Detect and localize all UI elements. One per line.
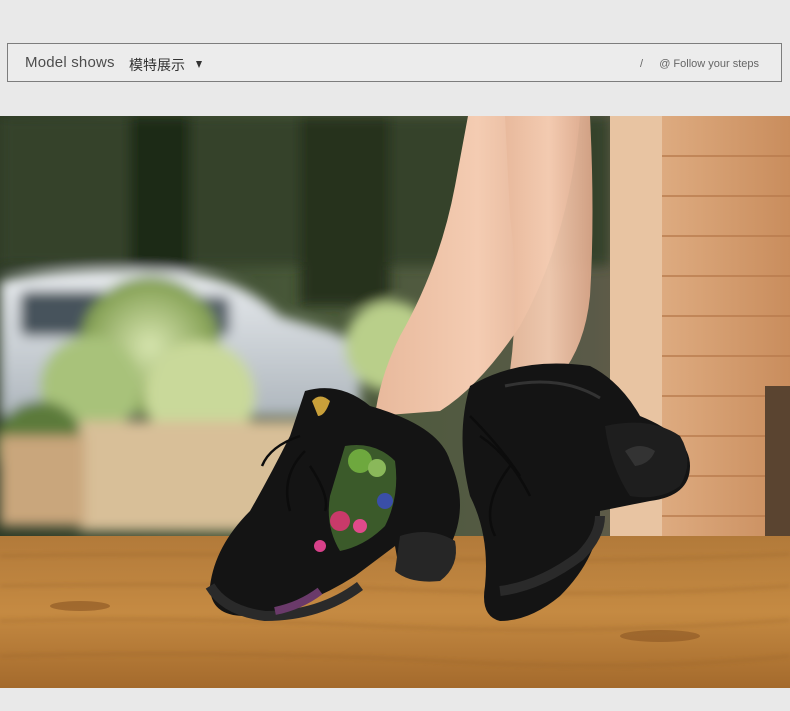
- section-title: Model shows: [25, 54, 115, 71]
- model-photo: [0, 116, 790, 688]
- caret-down-icon[interactable]: [196, 61, 202, 68]
- section-title-cn: 模特展示: [129, 58, 185, 74]
- tagline: @ Follow your steps: [659, 58, 759, 70]
- divider: /: [640, 58, 644, 70]
- section-header: Model shows 模特展示 / @ Follow your steps: [7, 43, 782, 82]
